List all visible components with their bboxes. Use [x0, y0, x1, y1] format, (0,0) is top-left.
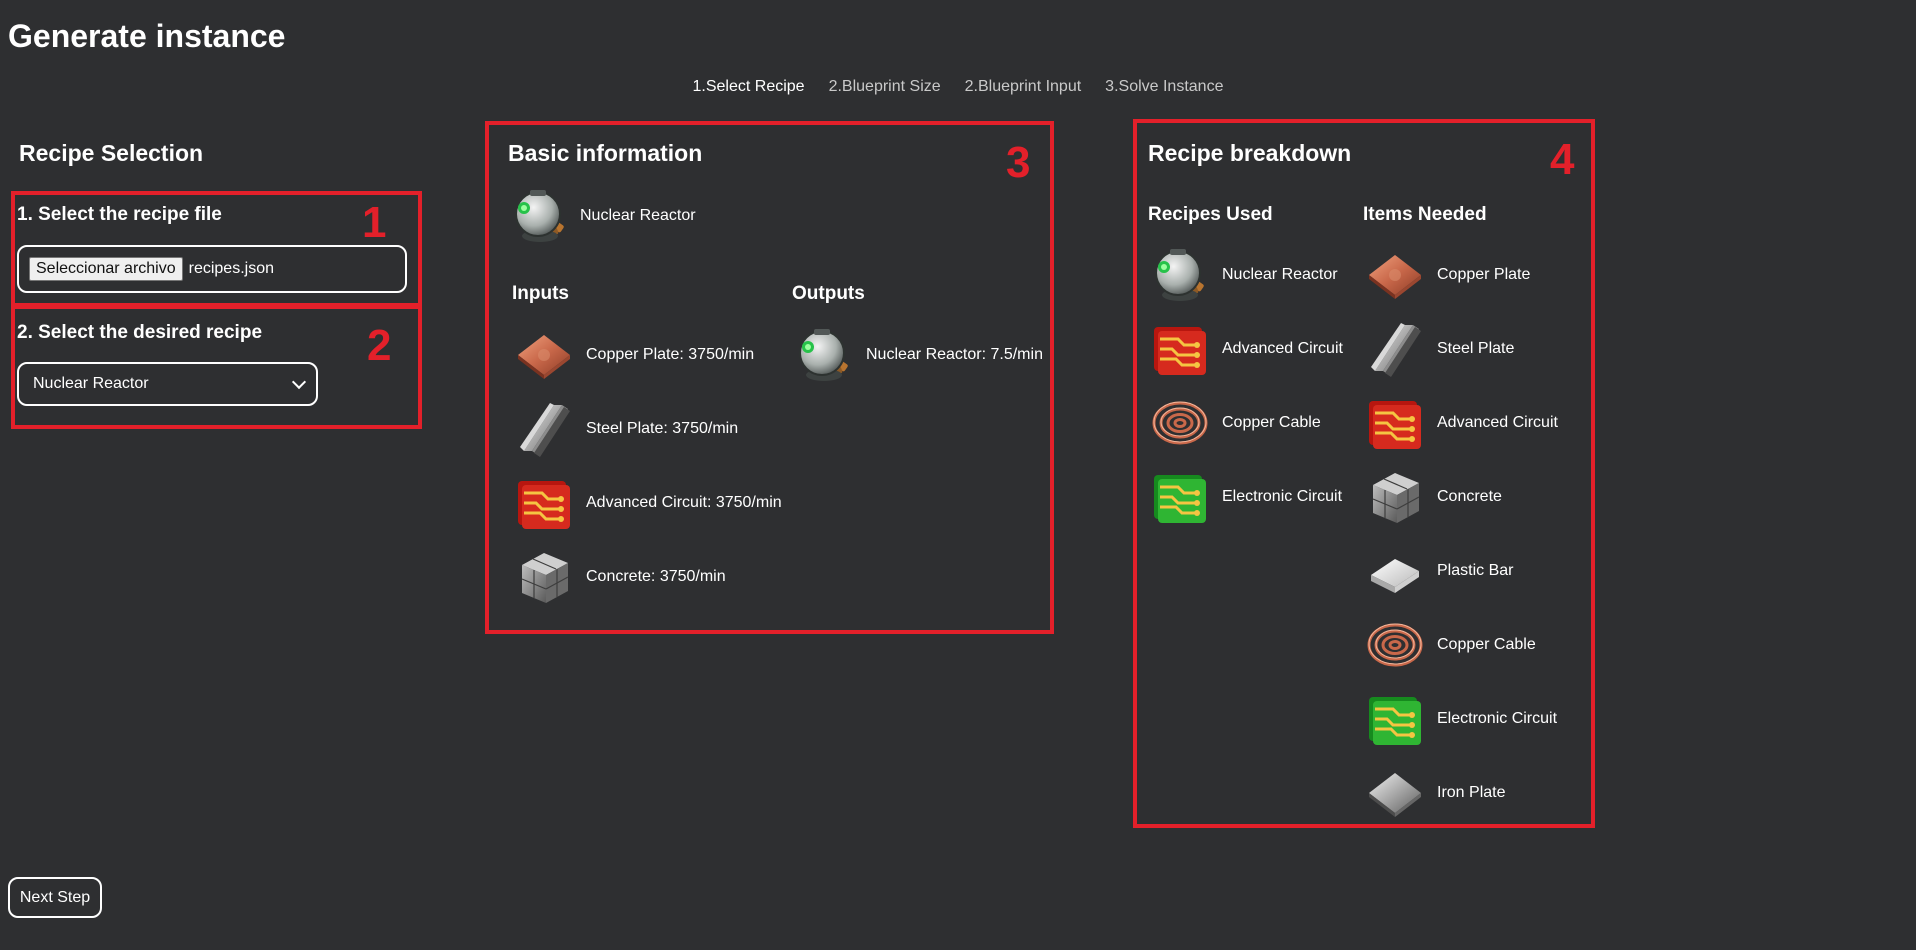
product-name: Nuclear Reactor	[580, 207, 696, 224]
item-needed: Copper Cable	[1363, 615, 1536, 675]
step-solve-instance[interactable]: 3.Solve Instance	[1105, 78, 1223, 96]
steel-plate-icon	[512, 399, 576, 459]
recipes-used-title: Recipes Used	[1148, 204, 1273, 225]
output-text: Nuclear Reactor: 7.5/min	[866, 346, 1043, 363]
item-needed: Steel Plate	[1363, 319, 1514, 379]
choose-file-button[interactable]: Seleccionar archivo	[29, 257, 183, 281]
iron-plate-icon	[1363, 763, 1427, 823]
recipe-used-item: Electronic Circuit	[1148, 467, 1342, 527]
item-needed: Concrete	[1363, 467, 1502, 527]
annotation-number-1: 1	[362, 198, 387, 247]
recipe-used-item: Copper Cable	[1148, 393, 1321, 453]
nuclear-reactor-icon	[792, 325, 856, 385]
item-needed: Copper Plate	[1363, 245, 1530, 305]
concrete-icon	[512, 547, 576, 607]
item-needed: Advanced Circuit	[1363, 393, 1558, 453]
annotation-number-4: 4	[1550, 135, 1575, 184]
inputs-title: Inputs	[512, 283, 569, 304]
recipe-used-name: Advanced Circuit	[1222, 340, 1343, 357]
annotation-number-2: 2	[367, 321, 392, 370]
input-item: Advanced Circuit: 3750/min	[512, 473, 782, 533]
item-needed: Electronic Circuit	[1363, 689, 1557, 749]
advanced-circuit-icon	[1363, 393, 1427, 453]
basic-info-product: Nuclear Reactor	[510, 186, 696, 246]
copper-plate-icon	[512, 325, 576, 385]
output-item: Nuclear Reactor: 7.5/min	[792, 325, 1043, 385]
recipe-used-item: Advanced Circuit	[1148, 319, 1343, 379]
item-needed: Iron Plate	[1363, 763, 1505, 823]
step-blueprint-input[interactable]: 2.Blueprint Input	[965, 78, 1082, 96]
chevron-down-icon	[291, 374, 307, 389]
input-text: Steel Plate: 3750/min	[586, 420, 739, 437]
electronic-circuit-icon	[1148, 467, 1212, 527]
steel-plate-icon	[1363, 319, 1427, 379]
step-blueprint-size[interactable]: 2.Blueprint Size	[829, 78, 941, 96]
copper-cable-icon	[1363, 615, 1427, 675]
recipe-used-item: Nuclear Reactor	[1148, 245, 1338, 305]
item-needed-name: Electronic Circuit	[1437, 710, 1558, 727]
item-needed-name: Steel Plate	[1437, 340, 1515, 357]
recipe-used-name: Electronic Circuit	[1222, 488, 1343, 505]
items-needed-title: Items Needed	[1363, 204, 1487, 225]
basic-info-title: Basic information	[508, 140, 703, 166]
recipe-breakdown-title: Recipe breakdown	[1148, 140, 1352, 166]
selected-file-name: recipes.json	[188, 260, 274, 277]
input-text: Concrete: 3750/min	[586, 568, 726, 585]
item-needed-name: Copper Cable	[1437, 636, 1536, 653]
item-needed: Plastic Bar	[1363, 541, 1513, 601]
stepper: 1.Select Recipe 2.Blueprint Size 2.Bluep…	[0, 78, 1916, 96]
nuclear-reactor-icon	[510, 186, 570, 246]
input-item: Copper Plate: 3750/min	[512, 325, 754, 385]
plastic-bar-icon	[1363, 541, 1427, 601]
recipe-used-name: Copper Cable	[1222, 414, 1321, 431]
input-item: Steel Plate: 3750/min	[512, 399, 738, 459]
outputs-title: Outputs	[792, 283, 865, 304]
recipe-used-name: Nuclear Reactor	[1222, 266, 1338, 283]
step-select-recipe[interactable]: 1.Select Recipe	[693, 78, 805, 96]
recipe-select-value: Nuclear Reactor	[33, 375, 149, 392]
input-item: Concrete: 3750/min	[512, 547, 726, 607]
electronic-circuit-icon	[1363, 689, 1427, 749]
advanced-circuit-icon	[1148, 319, 1212, 379]
input-text: Advanced Circuit: 3750/min	[586, 494, 782, 511]
nuclear-reactor-icon	[1148, 245, 1212, 305]
advanced-circuit-icon	[512, 473, 576, 533]
item-needed-name: Plastic Bar	[1437, 562, 1514, 579]
select-recipe-label: 2. Select the desired recipe	[17, 322, 263, 343]
page-title: Generate instance	[8, 18, 286, 54]
concrete-icon	[1363, 467, 1427, 527]
select-file-label: 1. Select the recipe file	[17, 204, 222, 225]
recipe-select-dropdown[interactable]: Nuclear Reactor	[17, 362, 318, 406]
copper-cable-icon	[1148, 393, 1212, 453]
item-needed-name: Iron Plate	[1437, 784, 1506, 801]
item-needed-name: Copper Plate	[1437, 266, 1531, 283]
item-needed-name: Concrete	[1437, 488, 1502, 505]
recipe-selection-title: Recipe Selection	[19, 140, 204, 166]
recipe-file-input[interactable]: Seleccionar archivo recipes.json	[17, 245, 407, 293]
item-needed-name: Advanced Circuit	[1437, 414, 1558, 431]
copper-plate-icon	[1363, 245, 1427, 305]
annotation-number-3: 3	[1006, 138, 1031, 187]
next-step-button[interactable]: Next Step	[8, 877, 102, 918]
input-text: Copper Plate: 3750/min	[586, 346, 755, 363]
